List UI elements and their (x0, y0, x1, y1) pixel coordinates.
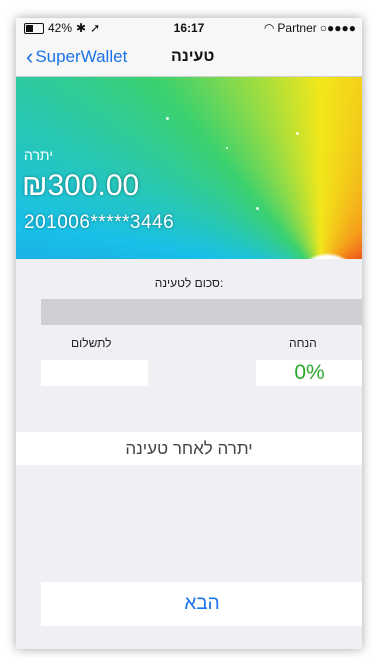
signal-icon: ○●●●● (319, 21, 356, 35)
payment-label: לתשלום (71, 336, 112, 350)
phone-screen: 42% ✱ ➚ 16:17 ◠ Partner ○●●●● ‹ SuperWal… (16, 18, 362, 649)
back-label: SuperWallet (35, 47, 128, 66)
status-bar: 42% ✱ ➚ 16:17 ◠ Partner ○●●●● (16, 18, 362, 38)
back-button[interactable]: ‹ SuperWallet (26, 44, 128, 69)
sparkle (296, 132, 299, 135)
discount-label: הנחה (289, 336, 317, 350)
sparkle (226, 147, 228, 149)
wifi-icon: ◠ (263, 21, 275, 35)
balance-label: יתרה (24, 147, 53, 163)
card-number: 201006*****3446 (24, 212, 175, 233)
discount-field: 0% (256, 360, 362, 386)
payment-field[interactable] (41, 360, 148, 386)
sparkle (166, 117, 169, 120)
amount-label: סכום לטעינה: (154, 276, 224, 290)
chevron-left-icon: ‹ (26, 44, 34, 69)
carrier-name: Partner (277, 21, 317, 35)
page-title: טעינה (171, 48, 215, 65)
balance-amount: ₪300.00 (22, 169, 140, 202)
next-button[interactable]: הבא (41, 582, 362, 626)
sparkle (256, 207, 259, 210)
navigation-bar: ‹ SuperWallet טעינה (16, 38, 362, 77)
wallet-card: יתרה ₪300.00 201006*****3446 (16, 77, 362, 259)
after-balance-field: יתרה לאחר טעינה (16, 432, 362, 465)
amount-input[interactable] (41, 299, 362, 325)
status-right: ◠ Partner ○●●●● (264, 21, 356, 35)
